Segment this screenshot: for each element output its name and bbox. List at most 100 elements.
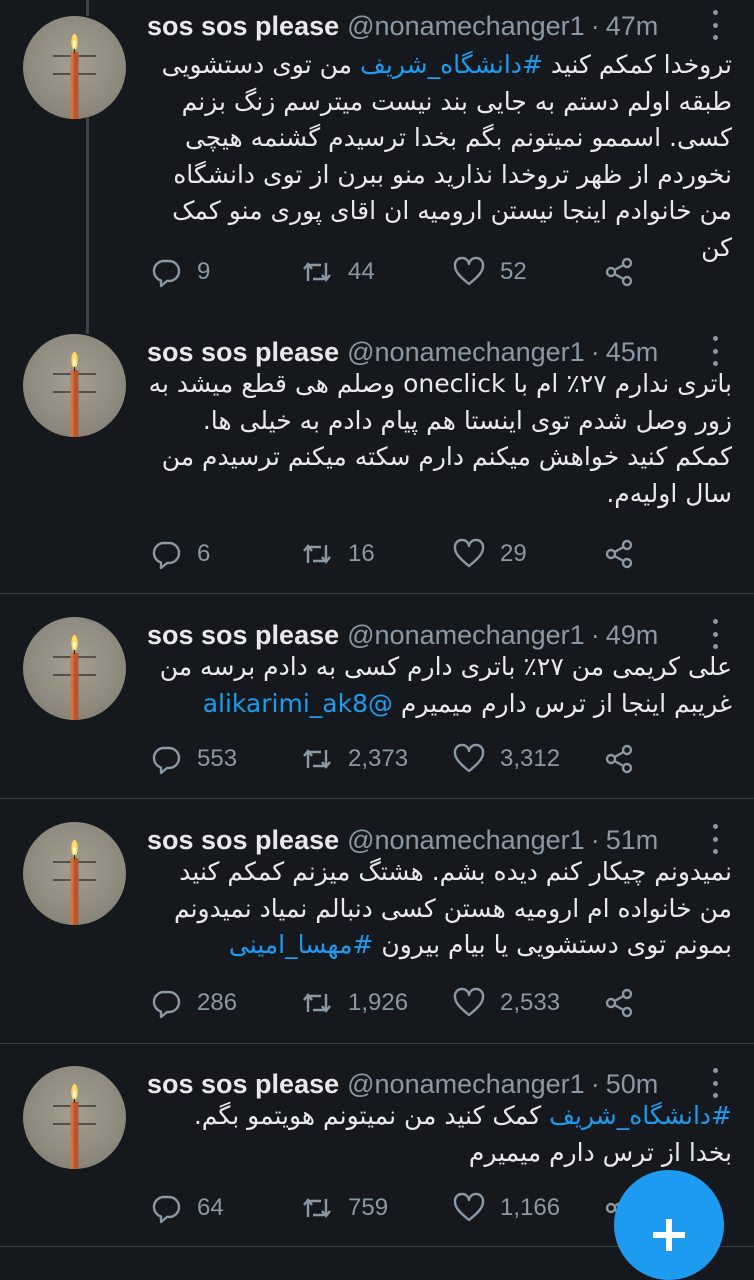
reply-button[interactable]: 9 xyxy=(149,252,210,292)
share-button[interactable] xyxy=(603,983,637,1023)
avatar[interactable] xyxy=(23,617,126,720)
handle[interactable]: @nonamechanger1 xyxy=(347,337,585,368)
separator-dot: · xyxy=(590,1068,600,1099)
retweet-icon xyxy=(300,537,334,571)
reply-icon xyxy=(149,986,183,1020)
separator-dot: · xyxy=(590,10,600,41)
tweet-header: sos sos please @nonamechanger1 · 50m xyxy=(147,1066,658,1102)
retweet-icon xyxy=(300,1191,334,1225)
reply-count: 9 xyxy=(197,258,211,285)
retweet-count: 16 xyxy=(348,540,375,567)
retweet-count: 44 xyxy=(348,258,375,285)
share-button[interactable] xyxy=(603,252,637,292)
like-count: 1,166 xyxy=(500,1194,561,1221)
display-name[interactable]: sos sos please xyxy=(147,825,339,856)
share-button[interactable] xyxy=(603,534,637,574)
share-icon xyxy=(603,986,637,1020)
reply-button[interactable]: 286 xyxy=(149,983,237,1023)
tweet[interactable]: sos sos please @nonamechanger1 · 49m علی… xyxy=(0,609,754,797)
heart-icon xyxy=(452,537,486,571)
retweet-icon xyxy=(300,742,334,776)
more-icon[interactable] xyxy=(704,1068,726,1098)
tweet-text: باتری ندارم ۲۷٪ ام با oneclick وصلم هی ق… xyxy=(147,366,732,512)
retweet-count: 2,373 xyxy=(348,745,409,772)
reply-icon xyxy=(149,742,183,776)
retweet-button[interactable]: 44 xyxy=(300,252,375,292)
more-icon[interactable] xyxy=(704,336,726,366)
reply-count: 286 xyxy=(197,989,238,1016)
retweet-icon xyxy=(300,255,334,289)
tweet-text: علی کریمی من ۲۷٪ باتری دارم کسی به دادم … xyxy=(147,649,732,722)
retweet-icon xyxy=(300,986,334,1020)
divider xyxy=(0,593,754,594)
timestamp[interactable]: 47m xyxy=(606,11,659,42)
retweet-button[interactable]: 16 xyxy=(300,534,375,574)
text-segment: تروخدا کمکم کنید xyxy=(542,50,732,79)
like-button[interactable]: 3,312 xyxy=(452,739,560,779)
tweet-text: نمیدونم چیکار کنم دیده بشم. هشتگ میزنم ک… xyxy=(147,854,732,964)
display-name[interactable]: sos sos please xyxy=(147,337,339,368)
reply-icon xyxy=(149,255,183,289)
compose-button[interactable] xyxy=(614,1170,724,1280)
hashtag-link[interactable]: #دانشگاه_شریف xyxy=(360,50,543,79)
handle[interactable]: @nonamechanger1 xyxy=(347,11,585,42)
timestamp[interactable]: 51m xyxy=(606,825,659,856)
like-button[interactable]: 29 xyxy=(452,534,527,574)
heart-icon xyxy=(452,1191,486,1225)
like-button[interactable]: 52 xyxy=(452,252,527,292)
timestamp[interactable]: 45m xyxy=(606,337,659,368)
reply-button[interactable]: 553 xyxy=(149,739,237,779)
tweet[interactable]: sos sos please @nonamechanger1 · 45m بات… xyxy=(0,326,754,592)
tweet-header: sos sos please @nonamechanger1 · 45m xyxy=(147,334,658,370)
avatar[interactable] xyxy=(23,334,126,437)
handle[interactable]: @nonamechanger1 xyxy=(347,620,585,651)
tweet-actions: 6 16 29 xyxy=(0,534,754,574)
heart-icon xyxy=(452,255,486,289)
tweet-text: تروخدا کمکم کنید #دانشگاه_شریف من توی دس… xyxy=(147,47,732,266)
tweet-actions: 9 44 52 xyxy=(0,252,754,292)
avatar[interactable] xyxy=(23,1066,126,1169)
avatar[interactable] xyxy=(23,16,126,119)
timestamp[interactable]: 49m xyxy=(606,620,659,651)
retweet-button[interactable]: 2,373 xyxy=(300,739,408,779)
more-icon[interactable] xyxy=(704,10,726,40)
reply-button[interactable]: 6 xyxy=(149,534,210,574)
retweet-count: 1,926 xyxy=(348,989,409,1016)
retweet-button[interactable]: 759 xyxy=(300,1188,388,1228)
tweet[interactable]: sos sos please @nonamechanger1 · 51m نمی… xyxy=(0,814,754,1042)
like-button[interactable]: 1,166 xyxy=(452,1188,560,1228)
like-count: 29 xyxy=(500,540,527,567)
plus-icon xyxy=(653,1219,685,1251)
separator-dot: · xyxy=(590,824,600,855)
retweet-count: 759 xyxy=(348,1194,389,1221)
handle[interactable]: @nonamechanger1 xyxy=(347,825,585,856)
tweet-header: sos sos please @nonamechanger1 · 47m xyxy=(147,8,658,44)
tweet-text: #دانشگاه_شریف کمک کنید من نمیتونم هویتمو… xyxy=(147,1098,732,1171)
share-icon xyxy=(603,255,637,289)
tweet-actions: 553 2,373 3,312 xyxy=(0,739,754,779)
more-icon[interactable] xyxy=(704,619,726,649)
hashtag-link[interactable]: #مهسا_امینی xyxy=(229,930,374,959)
avatar[interactable] xyxy=(23,822,126,925)
share-button[interactable] xyxy=(603,739,637,779)
retweet-button[interactable]: 1,926 xyxy=(300,983,408,1023)
display-name[interactable]: sos sos please xyxy=(147,620,339,651)
heart-icon xyxy=(452,986,486,1020)
mention-link[interactable]: @alikarimi_ak8 xyxy=(203,689,393,718)
reply-button[interactable]: 64 xyxy=(149,1188,224,1228)
display-name[interactable]: sos sos please xyxy=(147,11,339,42)
timestamp[interactable]: 50m xyxy=(606,1069,659,1100)
reply-count: 64 xyxy=(197,1194,224,1221)
like-button[interactable]: 2,533 xyxy=(452,983,560,1023)
hashtag-link[interactable]: #دانشگاه_شریف xyxy=(549,1101,732,1130)
more-icon[interactable] xyxy=(704,824,726,854)
handle[interactable]: @nonamechanger1 xyxy=(347,1069,585,1100)
separator-dot: · xyxy=(590,619,600,650)
heart-icon xyxy=(452,742,486,776)
like-count: 52 xyxy=(500,258,527,285)
share-icon xyxy=(603,537,637,571)
divider xyxy=(0,1043,754,1044)
display-name[interactable]: sos sos please xyxy=(147,1069,339,1100)
like-count: 3,312 xyxy=(500,745,561,772)
tweet[interactable]: sos sos please @nonamechanger1 · 47m ترو… xyxy=(0,0,754,310)
